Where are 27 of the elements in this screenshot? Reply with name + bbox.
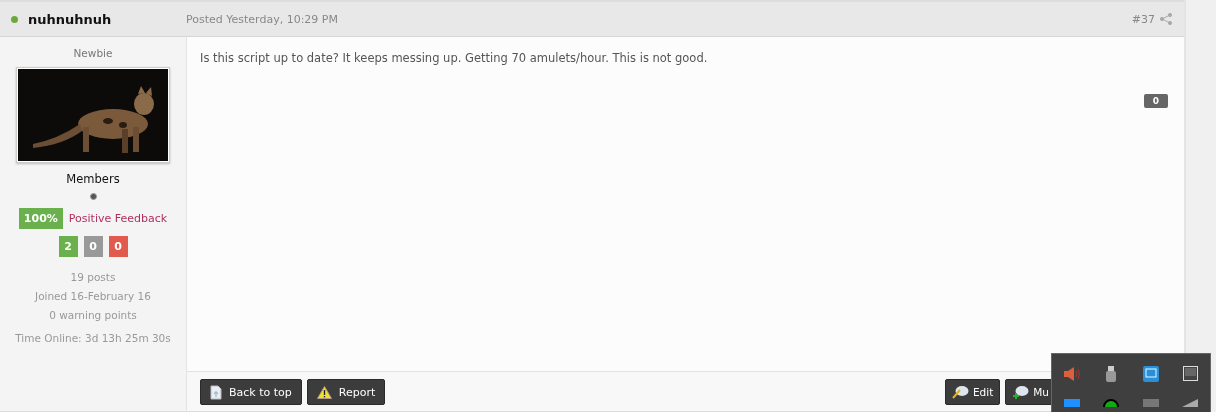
time-online: Time Online: 3d 13h 25m 30s	[15, 332, 171, 344]
feedback-count-badge: 0	[83, 236, 103, 257]
back-to-top-button[interactable]: Back to top	[200, 379, 302, 405]
member-rank: Newbie	[73, 47, 113, 59]
author-name[interactable]: nuhnuhnuh	[28, 11, 186, 27]
edit-button[interactable]: Edit	[944, 379, 1001, 405]
document-arrow-icon	[210, 384, 222, 400]
member-group: Members	[66, 172, 120, 186]
speaker-icon[interactable]	[1062, 366, 1081, 382]
report-button[interactable]: Report	[306, 379, 386, 405]
post-body: Is this script up to date? It keeps messing up. Getting 70 amulets/hour. This is not good.	[199, 50, 709, 65]
network-icon[interactable]	[1142, 366, 1159, 382]
member-stat: 19 posts	[70, 270, 116, 285]
post-date: Posted Yesterday, 10:29 PM	[186, 12, 339, 26]
speech-bubble-plus-icon	[1012, 385, 1030, 399]
member-stat: 0 warning points	[49, 308, 137, 323]
reputation-badge[interactable]: 0	[1143, 94, 1168, 108]
feedback-count-badge: 2	[58, 236, 78, 257]
usb-drive-icon[interactable]	[1105, 366, 1118, 382]
feedback-percent-badge: 100%	[18, 208, 63, 229]
warning-icon	[316, 385, 332, 399]
member-stat: Joined 16-February 16	[35, 289, 151, 304]
square-icon[interactable]	[1142, 399, 1159, 407]
window-icon[interactable]	[1182, 366, 1198, 381]
group-icon	[89, 193, 97, 200]
feedback-link[interactable]: Positive Feedback	[68, 212, 168, 225]
feedback-count-badge: 0	[108, 236, 128, 257]
